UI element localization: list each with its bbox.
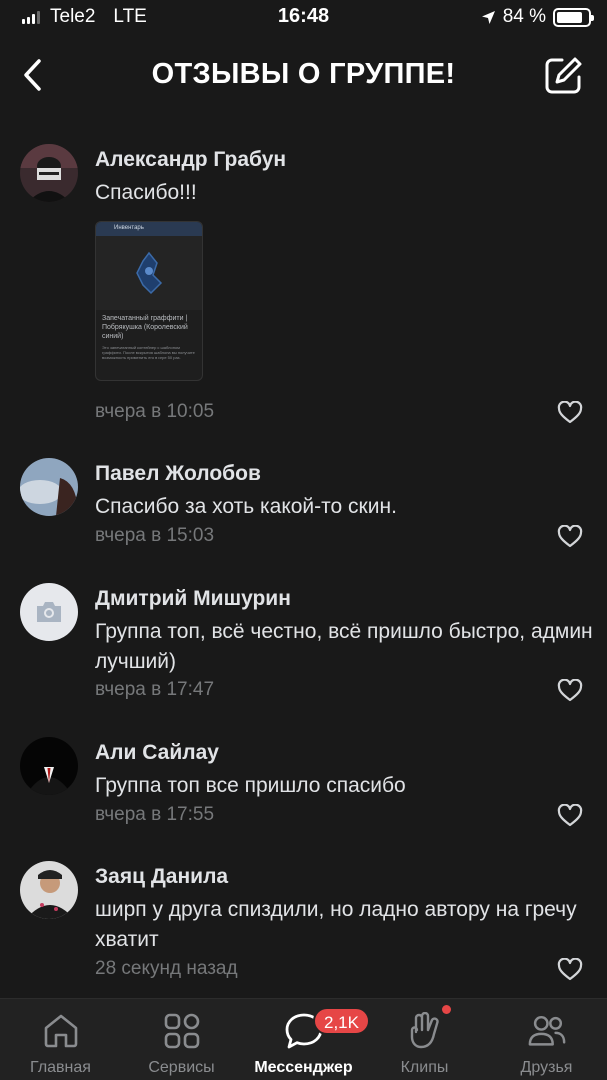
like-button[interactable] [557, 524, 583, 549]
battery-icon [553, 7, 594, 27]
comment-text: Спасибо за хоть какой-то скин. [95, 495, 397, 518]
attachment-description: Это запечатанный контейнер с шаблоном гр… [102, 345, 195, 360]
tab-label: Сервисы [148, 1059, 215, 1076]
messenger-unread-badge: 2,1K [313, 1007, 370, 1035]
comment-author[interactable]: Александр Грабун [95, 148, 286, 172]
comment-item: Али Сайлау Группа топ все пришло спасибо… [0, 737, 607, 837]
attachment-caption: Запечатанный граффити | Побрякушка (Коро… [102, 315, 188, 340]
heart-icon [557, 678, 583, 702]
graffiti-image [96, 236, 202, 310]
tab-label: Друзья [520, 1059, 573, 1076]
comment-text: Группа топ все пришло спасибо [95, 774, 406, 797]
comment-text: Спасибо!!! [95, 181, 197, 204]
battery-fill [557, 11, 583, 23]
battery-percent: 84 % [502, 6, 546, 27]
comment-text: ширп у друга спиздили, но ладно автору н… [95, 898, 577, 951]
back-button[interactable] [12, 52, 52, 98]
heart-icon [557, 957, 583, 981]
compose-button[interactable] [541, 54, 585, 98]
camera-icon [37, 602, 61, 622]
clips-icon [405, 1011, 445, 1051]
comment-text: Группа топ, всё честно, всё пришло быстр… [95, 620, 593, 673]
tab-bar: Главная Сервисы Мессенджер Клипы Друзья [0, 998, 607, 1080]
heart-icon [557, 400, 583, 424]
chevron-left-icon [24, 59, 41, 91]
status-bar: Tele2 LTE 16:48 84 % [0, 0, 607, 34]
heart-icon [557, 803, 583, 827]
comment-author[interactable]: Али Сайлау [95, 741, 219, 765]
comment-item: Павел Жолобов Спасибо за хоть какой-то с… [0, 458, 607, 558]
avatar[interactable] [20, 458, 78, 516]
comment-time: вчера в 17:55 [95, 804, 215, 825]
tab-clips[interactable]: Клипы [364, 999, 485, 1080]
comment-author[interactable]: Дмитрий Мишурин [95, 587, 291, 611]
tab-label: Мессенджер [254, 1059, 353, 1076]
nav-header: ОТЗЫВЫ О ГРУППЕ! [0, 38, 607, 114]
attached-image[interactable]: Инвентарь Запечатанный граффити | Побряк… [95, 221, 203, 381]
friends-icon [527, 1011, 567, 1051]
comment-time: 28 секунд назад [95, 958, 238, 979]
heart-icon [557, 524, 583, 548]
like-button[interactable] [557, 957, 583, 982]
page-title: ОТЗЫВЫ О ГРУППЕ! [151, 58, 456, 90]
comment-time: вчера в 15:03 [95, 525, 215, 546]
like-button[interactable] [557, 678, 583, 703]
like-button[interactable] [557, 803, 583, 828]
avatar[interactable] [20, 583, 78, 641]
comment-time: вчера в 17:47 [95, 679, 215, 700]
avatar[interactable] [20, 737, 78, 795]
clips-notification-dot [442, 1005, 451, 1014]
tab-friends[interactable]: Друзья [486, 999, 607, 1080]
tab-label: Клипы [400, 1059, 449, 1076]
comment-author[interactable]: Заяц Данила [95, 865, 228, 889]
comment-item: Дмитрий Мишурин Группа топ, всё честно, … [0, 583, 607, 713]
comment-author[interactable]: Павел Жолобов [95, 462, 261, 486]
comment-item: Александр Грабун Спасибо!!! Инвентарь За… [0, 144, 607, 434]
compose-icon [545, 57, 582, 94]
location-arrow-icon [481, 10, 495, 24]
like-button[interactable] [557, 400, 583, 425]
tab-services[interactable]: Сервисы [121, 999, 242, 1080]
comment-item: Заяц Данила ширп у друга спиздили, но ла… [0, 861, 607, 991]
avatar[interactable] [20, 861, 78, 919]
avatar[interactable] [20, 144, 78, 202]
services-icon [162, 1011, 202, 1051]
status-right: 84 % [481, 6, 594, 28]
attachment-header: Инвентарь [96, 222, 202, 236]
tab-home[interactable]: Главная [0, 999, 121, 1080]
home-icon [41, 1011, 81, 1051]
tab-label: Главная [30, 1059, 91, 1076]
comment-time: вчера в 10:05 [95, 401, 215, 422]
